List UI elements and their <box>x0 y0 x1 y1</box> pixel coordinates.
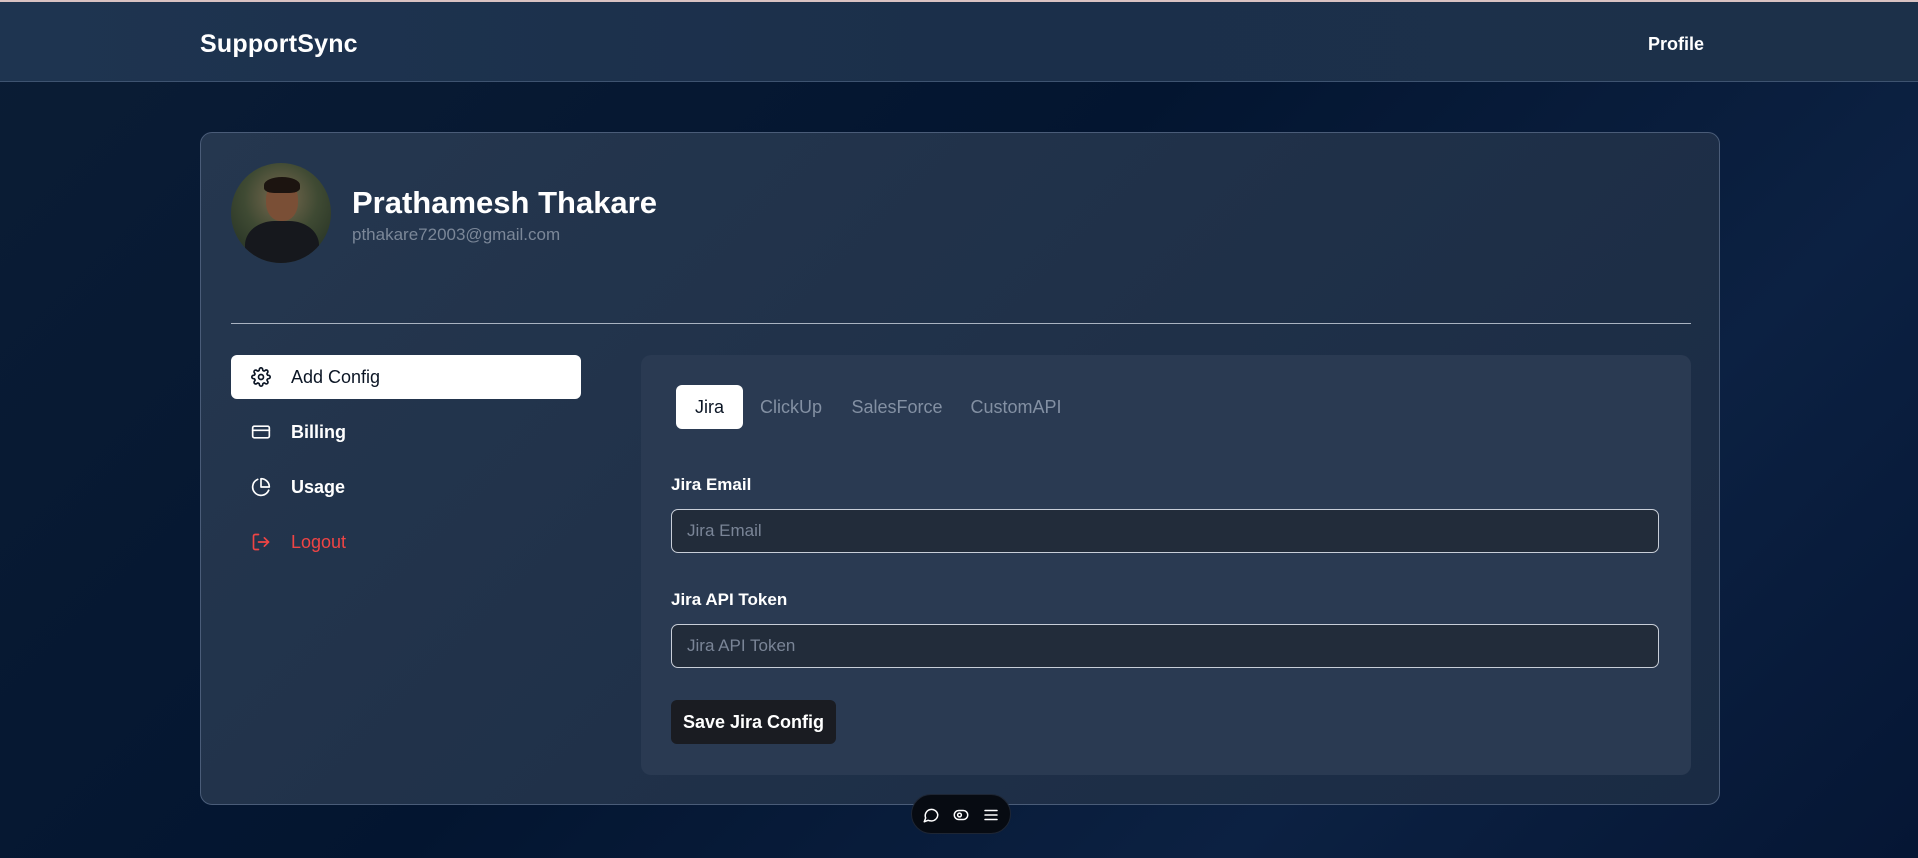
sidebar-item-label: Usage <box>291 477 346 497</box>
profile-email: pthakare72003@gmail.com <box>352 225 561 244</box>
eye-toggle-icon[interactable] <box>952 806 970 824</box>
tab-jira[interactable]: Jira <box>676 385 743 429</box>
pie-chart-icon <box>251 477 271 497</box>
sidebar-item-billing[interactable]: Billing <box>231 410 581 454</box>
sidebar-item-usage[interactable]: Usage <box>231 465 581 509</box>
config-panel: Jira ClickUp SalesForce CustomAPI Jira E… <box>641 355 1691 775</box>
jira-token-label: Jira API Token <box>671 590 788 609</box>
jira-email-label: Jira Email <box>671 475 752 494</box>
sidebar-item-label: Billing <box>291 422 346 442</box>
tab-salesforce[interactable]: SalesForce <box>847 385 947 429</box>
jira-token-field[interactable] <box>671 624 1659 668</box>
avatar <box>231 163 331 263</box>
sidebar-item-label: Logout <box>291 532 347 552</box>
profile-card: Prathamesh Thakare pthakare72003@gmail.c… <box>200 132 1720 805</box>
gear-icon <box>251 367 271 387</box>
credit-card-icon <box>251 422 271 442</box>
navbar: SupportSync Profile <box>0 2 1918 82</box>
nav-profile-link[interactable]: Profile <box>1648 34 1704 55</box>
sidebar-item-label: Add Config <box>291 367 381 387</box>
tab-clickup[interactable]: ClickUp <box>756 385 826 429</box>
tab-customapi[interactable]: CustomAPI <box>967 385 1065 429</box>
logout-icon <box>251 532 271 552</box>
sidebar-item-logout[interactable]: Logout <box>231 520 581 564</box>
divider <box>231 323 1691 324</box>
save-jira-config-button[interactable]: Save Jira Config <box>671 700 836 744</box>
floating-toolbar <box>911 794 1011 834</box>
jira-email-field[interactable] <box>671 509 1659 553</box>
brand-logo[interactable]: SupportSync <box>200 30 358 59</box>
menu-icon[interactable] <box>982 806 1000 824</box>
sidebar-item-add-config[interactable]: Add Config <box>231 355 581 399</box>
chat-bubble-icon[interactable] <box>922 806 940 824</box>
profile-name: Prathamesh Thakare <box>352 185 657 220</box>
